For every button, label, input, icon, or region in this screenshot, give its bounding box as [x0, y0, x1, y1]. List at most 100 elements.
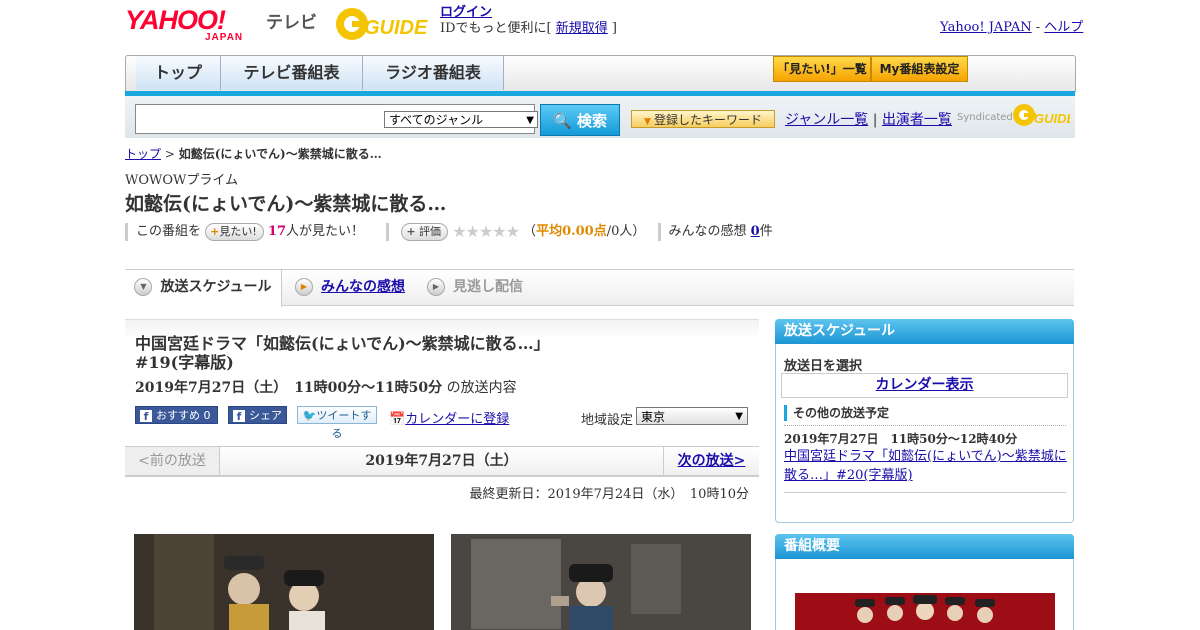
- want-count: 17: [267, 224, 287, 239]
- genre-select[interactable]: すべてのジャンル ▼: [384, 111, 538, 128]
- main-nav: トップ テレビ番組表 ラジオ番組表 「見たい!」一覧 My番組表設定: [125, 55, 1076, 92]
- episode-image-2: [451, 534, 751, 630]
- chevron-down-icon: ▼: [735, 411, 743, 422]
- header-link-sep: -: [1031, 20, 1045, 35]
- impressions-unit: 件: [759, 224, 773, 239]
- episode-pager: <前の放送 2019年7月27日（土） 次の放送>: [125, 446, 759, 477]
- breadcrumb: トップ > 如懿伝(にょいでん)～紫禁城に散る…: [125, 145, 382, 162]
- other-broadcast-time: 2019年7月27日 11時50分～12時40分: [784, 432, 1018, 446]
- search-links: ジャンル一覧 | 出演者一覧: [785, 109, 952, 129]
- other-broadcasts-heading: その他の放送予定: [784, 405, 1066, 421]
- other-broadcast-link[interactable]: 中国宮廷ドラマ「如懿伝(にょいでん)～紫禁城に散る…」#20(字幕版): [784, 447, 1068, 485]
- episode-datetime: 2019年7月27日（土） 11時00分～11時50分: [135, 380, 443, 396]
- next-broadcast-link[interactable]: 次の放送>: [663, 447, 759, 475]
- tab-impressions-label: みんなの感想: [321, 279, 405, 295]
- header-links: Yahoo! JAPAN - ヘルプ: [940, 16, 1083, 35]
- syndicated-logo-text: GUIDE: [1034, 111, 1070, 126]
- divider: [657, 222, 661, 241]
- registered-keyword-button[interactable]: ▼ 登録したキーワード: [631, 110, 775, 128]
- impressions-count-link[interactable]: 0: [751, 224, 760, 239]
- syndicated-label: Syndicated: [957, 112, 1013, 123]
- want-list-button[interactable]: 「見たい!」一覧: [773, 56, 871, 82]
- search-bar: すべてのジャンル ▼ 🔍 検索 ▼ 登録したキーワード ジャンル一覧 | 出演者一…: [125, 96, 1076, 138]
- genre-list-link[interactable]: ジャンル一覧: [785, 112, 868, 128]
- login-link[interactable]: ログイン: [440, 5, 492, 20]
- region-label: 地域設定: [581, 413, 634, 428]
- region-select-value: 東京: [641, 410, 666, 424]
- rate-button-label: 評価: [419, 224, 442, 238]
- rating-stars: ★★★★★: [452, 222, 520, 241]
- search-button[interactable]: 🔍 検索: [540, 104, 620, 136]
- search-button-label: 検索: [576, 112, 607, 130]
- gguide-logo[interactable]: GUIDE: [334, 6, 434, 42]
- tweet-label: ツイートする: [316, 409, 372, 440]
- prev-broadcast-button[interactable]: <前の放送: [125, 447, 220, 475]
- want-suffix: 人が見たい！: [286, 224, 365, 239]
- want-button-label: 見たい!: [219, 224, 257, 238]
- episode-datetime-suffix: の放送内容: [442, 380, 517, 396]
- last-updated: 最終更新日：2019年7月24日（水） 10時10分: [469, 487, 749, 502]
- search-icon: 🔍: [553, 112, 572, 130]
- chevron-down-icon: ▼: [134, 278, 153, 296]
- rate-button[interactable]: + 評価: [401, 222, 449, 241]
- facebook-recommend-label: おすすめ 0: [156, 409, 211, 422]
- facebook-recommend-button[interactable]: f おすすめ 0: [135, 406, 218, 424]
- episode-time: 2019年7月27日（土） 11時00分～11時50分 の放送内容: [135, 377, 517, 397]
- nav-tab-radio-schedule[interactable]: ラジオ番組表: [363, 56, 504, 90]
- yahoo-logo[interactable]: YAHOO! JAPAN: [125, 6, 260, 43]
- facebook-share-button[interactable]: f シェア: [228, 406, 287, 424]
- my-schedule-button[interactable]: My番組表設定: [871, 56, 968, 82]
- tweet-button[interactable]: 🐦ツイートする: [297, 406, 377, 440]
- page-title: 如懿伝(にょいでん)～紫禁城に散る…: [125, 193, 447, 215]
- genre-select-value: すべてのジャンル: [389, 113, 484, 127]
- divider: [125, 222, 128, 241]
- facebook-icon: f: [233, 410, 245, 423]
- episode-image-1: [134, 534, 434, 630]
- want-button[interactable]: +見たい!: [205, 222, 264, 241]
- login-note-prefix: IDでもっと便利に[: [440, 21, 556, 36]
- yahoo-japan-link[interactable]: Yahoo! JAPAN: [940, 20, 1032, 35]
- login-note-suffix: ]: [607, 21, 617, 36]
- breadcrumb-sep: >: [161, 147, 179, 161]
- calendar-register[interactable]: 📅カレンダーに登録: [389, 408, 509, 427]
- nav-tab-tv-schedule[interactable]: テレビ番組表: [221, 56, 363, 90]
- breadcrumb-top-link[interactable]: トップ: [125, 147, 161, 161]
- program-stats: この番組を +見たい! 17人が見たい！ + 評価 ★★★★★ （平均0.00点…: [125, 220, 773, 241]
- sidebar-schedule-heading: 放送スケジュール: [775, 319, 1074, 344]
- syndicated-gguide-logo: GUIDE: [1012, 102, 1076, 132]
- gguide-logo-text: GUIDE: [364, 17, 428, 39]
- want-prefix: この番組を: [136, 224, 202, 239]
- divider: [784, 492, 1066, 493]
- registered-keyword-label: 登録したキーワード: [653, 113, 762, 127]
- calendar-register-link: カレンダーに登録: [405, 412, 510, 427]
- episode-header: 中国宮廷ドラマ「如懿伝(にょいでん)～紫禁城に散る…」#19(字幕版) 2019…: [125, 319, 759, 442]
- calendar-display-box[interactable]: カレンダー表示: [781, 373, 1068, 398]
- episode-title: 中国宮廷ドラマ「如懿伝(にょいでん)～紫禁城に散る…」#19(字幕版): [135, 334, 550, 372]
- program-poster-image: [795, 593, 1055, 630]
- calendar-icon: 📅: [389, 412, 406, 427]
- search-link-sep: |: [868, 112, 882, 128]
- average-score: 平均0.00点: [536, 224, 607, 239]
- divider: [386, 222, 390, 241]
- impressions-label: みんなの感想: [668, 224, 751, 239]
- tab-schedule-label: 放送スケジュール: [160, 279, 272, 295]
- help-link[interactable]: ヘルプ: [1044, 20, 1083, 35]
- breadcrumb-current: 如懿伝(にょいでん)～紫禁城に散る…: [178, 147, 382, 161]
- facebook-icon: f: [140, 410, 152, 423]
- tab-schedule[interactable]: ▼ 放送スケジュール: [125, 270, 282, 307]
- divider: [784, 425, 1066, 426]
- login-box: ログイン IDでもっと便利に[ 新規取得 ]: [440, 5, 617, 37]
- tv-label: テレビ: [266, 13, 317, 33]
- tab-impressions[interactable]: ▶ みんなの感想: [295, 270, 405, 305]
- nav-tab-top[interactable]: トップ: [136, 56, 221, 90]
- tab-vod[interactable]: ▶ 見逃し配信: [427, 270, 523, 305]
- region-select[interactable]: 東京 ▼: [636, 407, 748, 425]
- performer-list-link[interactable]: 出演者一覧: [882, 112, 952, 128]
- register-link[interactable]: 新規取得: [556, 21, 608, 36]
- pager-date: 2019年7月27日（土）: [365, 453, 518, 469]
- plus-icon: +: [406, 224, 416, 238]
- chevron-right-icon: ▶: [427, 278, 445, 296]
- yahoo-logo-sub: JAPAN: [205, 32, 244, 43]
- twitter-icon: 🐦: [302, 409, 317, 422]
- plus-icon: +: [210, 224, 220, 238]
